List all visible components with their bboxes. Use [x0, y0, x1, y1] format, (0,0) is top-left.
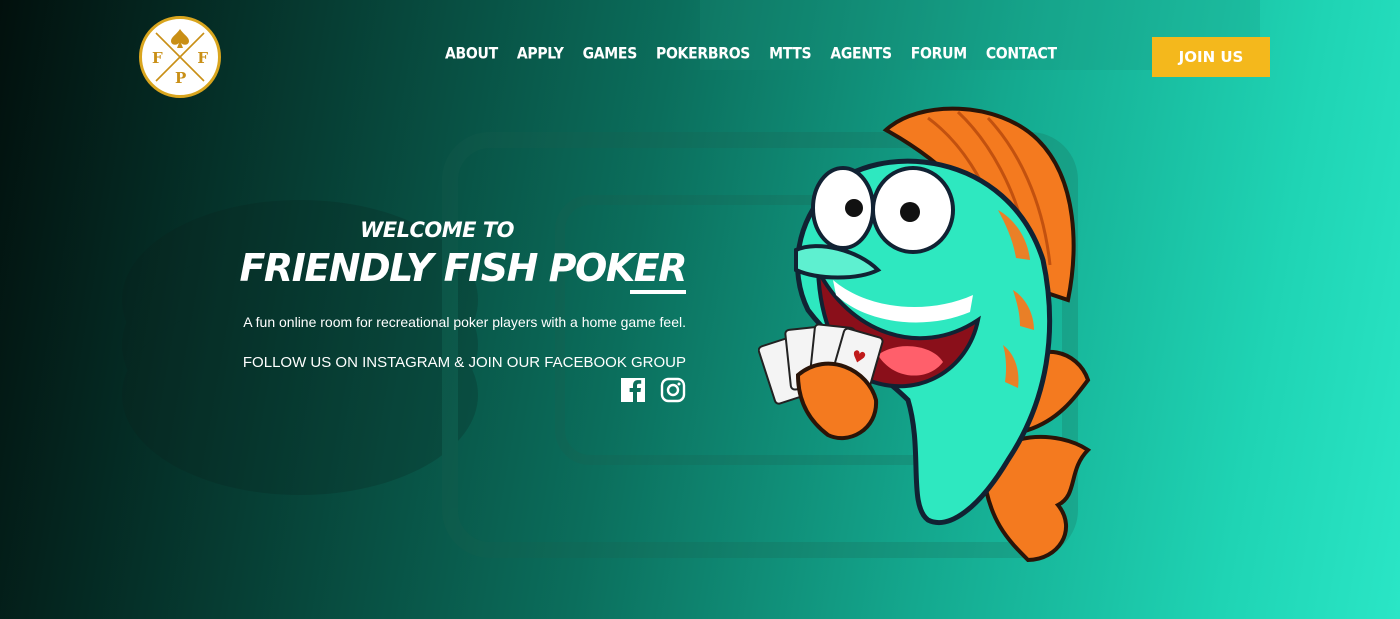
facebook-icon[interactable]	[620, 377, 646, 408]
nav-about[interactable]: ABOUT	[445, 45, 498, 63]
hero-tagline: A fun online room for recreational poker…	[243, 314, 686, 330]
join-us-button[interactable]: JOIN US	[1152, 37, 1270, 77]
site-logo[interactable]: F F P	[139, 16, 221, 98]
instagram-icon[interactable]	[660, 377, 686, 408]
nav-forum[interactable]: FORUM	[911, 45, 967, 63]
logo-letter-right: F	[197, 49, 208, 67]
title-underline	[630, 290, 686, 294]
logo-letter-left: F	[152, 49, 163, 67]
nav-apply[interactable]: APPLY	[517, 45, 564, 63]
social-links	[126, 377, 686, 408]
main-nav: ABOUT APPLY GAMES POKERBROS MTTS AGENTS …	[445, 45, 1057, 63]
logo-letter-bottom: P	[175, 69, 187, 87]
hero-title: FRIENDLY FISH POKER	[239, 246, 687, 290]
fish-mascot: ♥	[758, 106, 1092, 563]
nav-games[interactable]: GAMES	[583, 45, 638, 63]
spade-icon	[171, 29, 189, 48]
nav-contact[interactable]: CONTACT	[986, 45, 1057, 63]
hero-welcome: WELCOME TO	[360, 218, 514, 242]
nav-pokerbros[interactable]: POKERBROS	[656, 45, 750, 63]
nav-agents[interactable]: AGENTS	[830, 45, 892, 63]
follow-text: FOLLOW US ON INSTAGRAM & JOIN OUR FACEBO…	[242, 354, 686, 371]
nav-mtts[interactable]: MTTS	[769, 45, 812, 63]
hero-section: WELCOME TO FRIENDLY FISH POKER A fun onl…	[126, 218, 688, 408]
